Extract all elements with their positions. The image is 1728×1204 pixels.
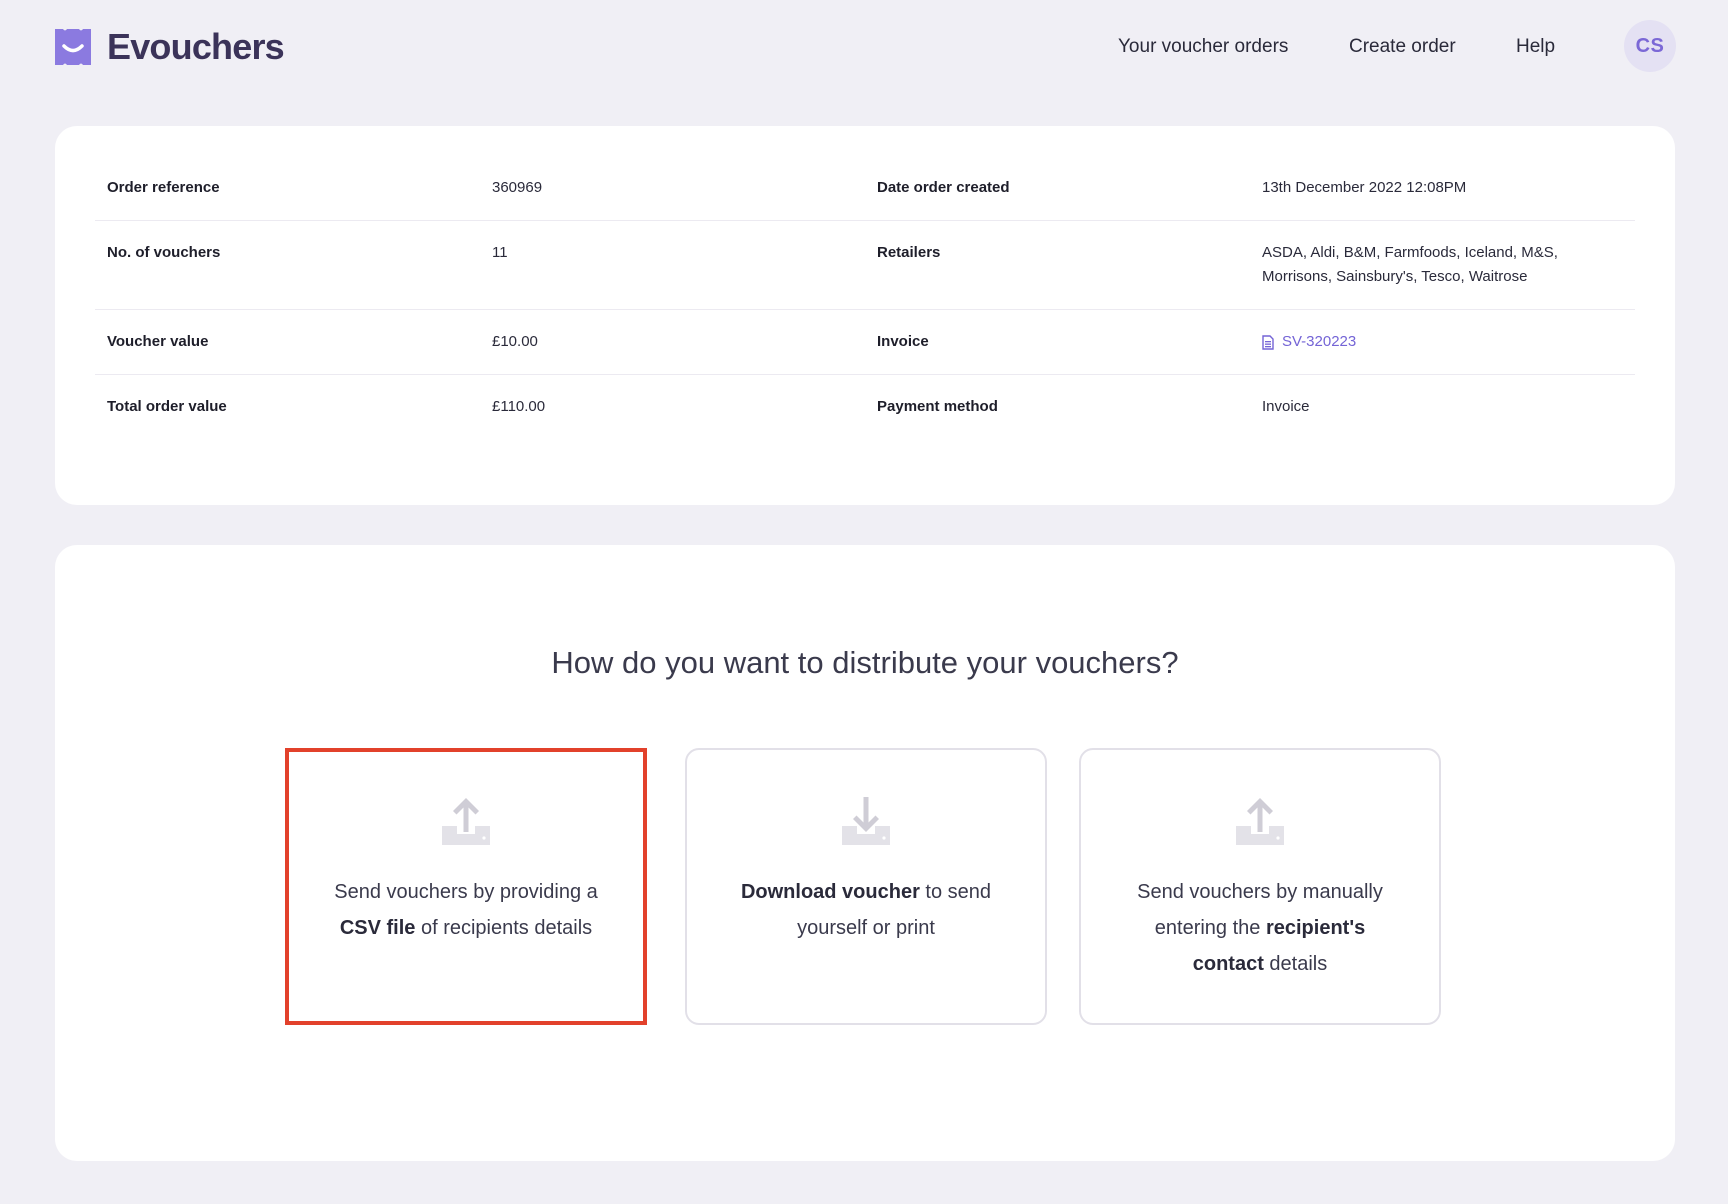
vouchers-count-value: 11 — [492, 244, 508, 261]
option-csv-upload[interactable]: Send vouchers by providing a CSV file of… — [285, 748, 647, 1025]
total-value-label: Total order value — [107, 398, 227, 415]
option-manual-entry[interactable]: Send vouchers by manually entering the r… — [1079, 748, 1441, 1025]
date-created-value: 13th December 2022 12:08PM — [1262, 179, 1467, 196]
nav-create-order[interactable]: Create order — [1349, 36, 1456, 58]
payment-method-value: Invoice — [1262, 398, 1310, 415]
order-details-table: Order reference 360969 Date order create… — [95, 156, 1635, 440]
user-avatar[interactable]: CS — [1624, 20, 1676, 72]
nav-your-voucher-orders[interactable]: Your voucher orders — [1118, 36, 1288, 58]
option-download-voucher[interactable]: Download voucher to send yourself or pri… — [685, 748, 1047, 1025]
details-row: Voucher value £10.00 Invoice SV-320223 — [95, 310, 1635, 375]
option-manual-text: Send vouchers by manually entering the r… — [1137, 881, 1383, 975]
download-icon — [842, 797, 890, 845]
payment-method-label: Payment method — [877, 398, 998, 415]
app-name: Evouchers — [107, 26, 285, 67]
invoice-label: Invoice — [877, 333, 929, 350]
option-csv-text: Send vouchers by providing a CSV file of… — [334, 881, 598, 939]
top-header: Evouchers Your voucher orders Create ord… — [0, 0, 1728, 92]
invoice-link[interactable]: SV-320223 — [1262, 330, 1356, 354]
invoice-number: SV-320223 — [1282, 333, 1357, 350]
upload-icon — [1236, 798, 1284, 845]
upload-icon — [442, 798, 490, 845]
evouchers-logo-icon — [55, 29, 91, 65]
voucher-value-label: Voucher value — [107, 333, 209, 350]
retailers-label: Retailers — [877, 244, 941, 261]
date-created-label: Date order created — [877, 179, 1010, 196]
nav-help[interactable]: Help — [1516, 36, 1555, 58]
vouchers-count-label: No. of vouchers — [107, 244, 221, 261]
details-row: No. of vouchers 11 Retailers ASDA, Aldi,… — [95, 221, 1635, 310]
option-download-text: Download voucher to send yourself or pri… — [740, 881, 992, 939]
order-reference-label: Order reference — [107, 179, 220, 196]
document-icon — [1262, 334, 1274, 350]
distribute-title: How do you want to distribute your vouch… — [551, 645, 1179, 680]
total-value-value: £110.00 — [492, 398, 546, 415]
order-details-card: Order reference 360969 Date order create… — [55, 126, 1675, 505]
logo[interactable]: Evouchers — [55, 26, 285, 68]
retailers-value: ASDA, Aldi, B&M, Farmfoods, Iceland, M&S… — [1262, 244, 1558, 285]
details-row: Total order value £110.00 Payment method… — [95, 375, 1635, 440]
distribute-card: How do you want to distribute your vouch… — [55, 545, 1675, 1161]
voucher-value-value: £10.00 — [492, 333, 538, 350]
order-reference-value: 360969 — [492, 179, 543, 196]
details-row: Order reference 360969 Date order create… — [95, 156, 1635, 221]
invoice-cell: SV-320223 — [1262, 330, 1592, 358]
